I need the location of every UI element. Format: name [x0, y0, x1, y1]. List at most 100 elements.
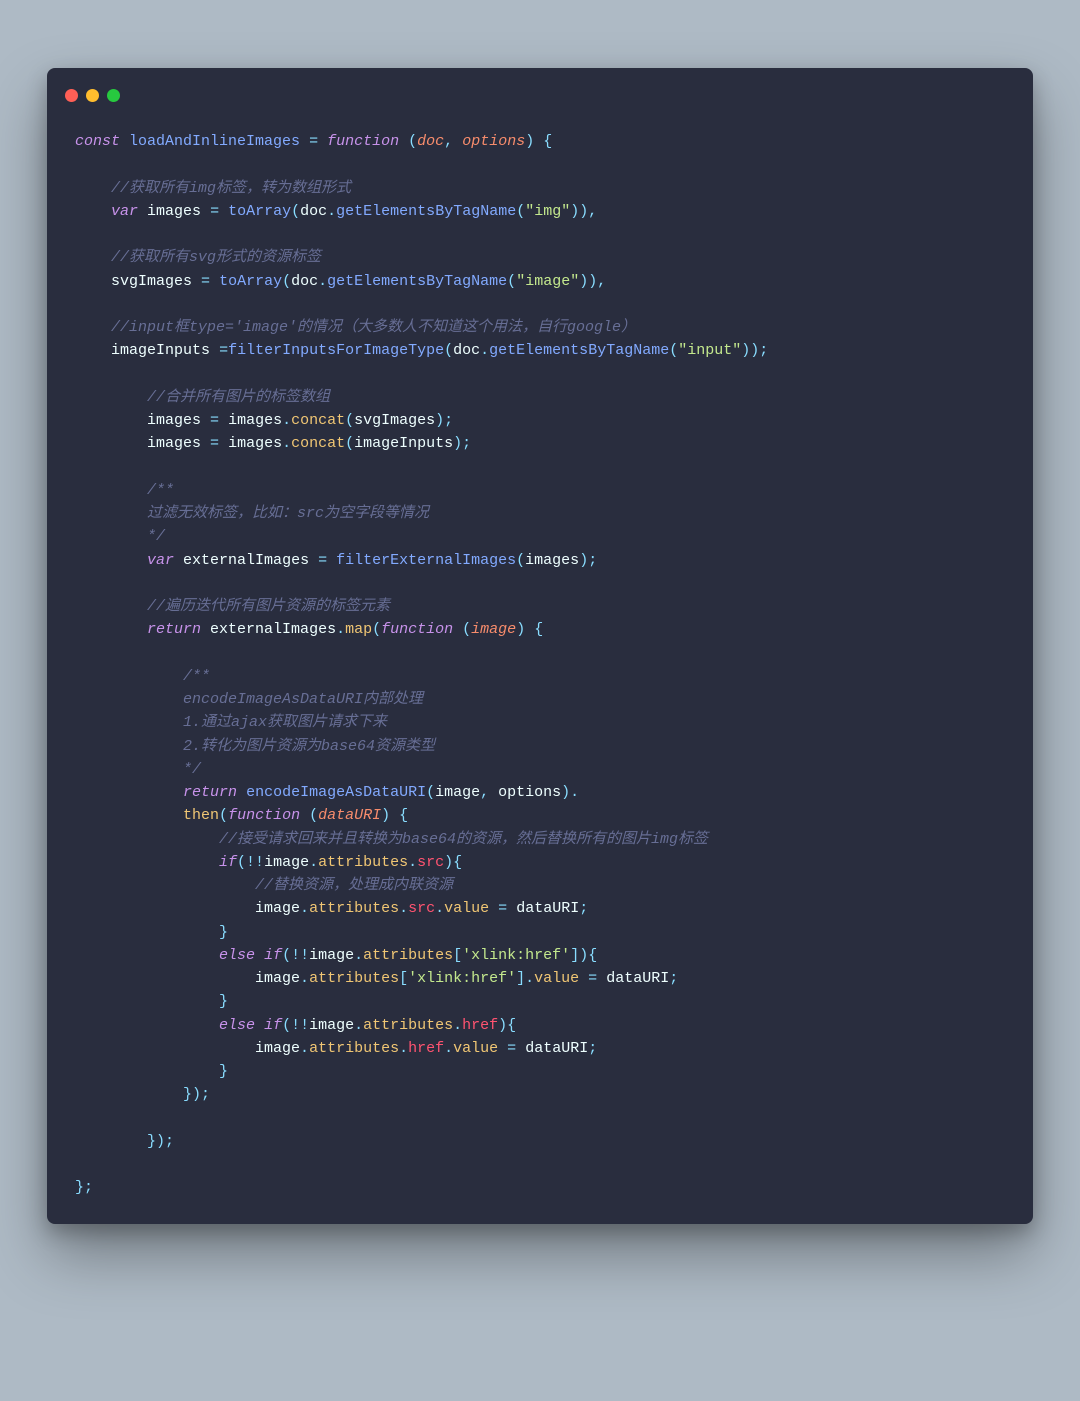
token-op: .	[282, 435, 291, 452]
token-cmt: 2.转化为图片资源为base64资源类型	[183, 738, 435, 755]
token-op: ;	[579, 900, 588, 917]
token-op: (	[516, 203, 525, 220]
token-cmt: encodeImageAsDataURI内部处理	[183, 691, 423, 708]
token-str: "image"	[516, 273, 579, 290]
token-op: .	[399, 900, 408, 917]
token-op: .	[354, 947, 363, 964]
token-var: imageInputs	[111, 342, 210, 359]
token-op: ))	[570, 203, 588, 220]
token-op: (!!	[282, 1017, 309, 1034]
token-def: getElementsByTagName	[489, 342, 669, 359]
token-cmt: //获取所有svg形式的资源标签	[111, 249, 321, 266]
token-call: value	[453, 1040, 498, 1057]
token-op: ,	[444, 133, 453, 150]
token-op: );	[435, 412, 453, 429]
token-cmt: //input框type='image'的情况（大多数人不知道这个用法，自行go…	[111, 319, 636, 336]
token-def: filterExternalImages	[336, 552, 516, 569]
token-kw: function	[327, 133, 399, 150]
token-param: doc	[417, 133, 444, 150]
token-op: =	[588, 970, 597, 987]
token-op: }	[219, 924, 228, 941]
token-cmt: //合并所有图片的标签数组	[147, 389, 330, 406]
token-cmt: //遍历迭代所有图片资源的标签元素	[147, 598, 390, 615]
token-var: images	[525, 552, 579, 569]
token-param: image	[471, 621, 516, 638]
token-op: (!!	[237, 854, 264, 871]
token-cmt: 过滤无效标签，比如：src为空字段等情况	[147, 505, 429, 522]
minimize-icon[interactable]	[86, 89, 99, 102]
token-var: imageInputs	[354, 435, 453, 452]
token-op: (	[507, 273, 516, 290]
token-op: });	[147, 1133, 174, 1150]
token-op: (	[669, 342, 678, 359]
token-op: );	[579, 552, 597, 569]
token-kw: if	[264, 947, 282, 964]
token-op: (	[462, 621, 471, 638]
token-var: svgImages	[354, 412, 435, 429]
token-cmt: */	[147, 528, 165, 545]
token-op: =	[219, 342, 228, 359]
token-cmt: //获取所有img标签，转为数组形式	[111, 180, 351, 197]
token-op: .	[444, 1040, 453, 1057]
token-op: (	[345, 412, 354, 429]
token-call: value	[444, 900, 489, 917]
token-kw: else	[219, 1017, 255, 1034]
token-def: loadAndInlineImages	[129, 133, 300, 150]
token-var: image	[309, 1017, 354, 1034]
token-var: image	[435, 784, 480, 801]
token-cmt: /**	[183, 668, 210, 685]
token-op: .	[480, 342, 489, 359]
token-op: ,	[480, 784, 489, 801]
close-icon[interactable]	[65, 89, 78, 102]
token-op: {	[534, 621, 543, 638]
token-op: =	[498, 900, 507, 917]
token-op: [	[399, 970, 408, 987]
token-call: concat	[291, 412, 345, 429]
zoom-icon[interactable]	[107, 89, 120, 102]
token-var: image	[255, 970, 300, 987]
token-op: )	[516, 621, 525, 638]
token-var: images	[228, 435, 282, 452]
token-str: 'xlink:href'	[408, 970, 516, 987]
token-op: .	[300, 970, 309, 987]
token-op: );	[453, 435, 471, 452]
token-op: .	[336, 621, 345, 638]
token-kw: var	[147, 552, 174, 569]
token-op: (	[291, 203, 300, 220]
token-def: toArray	[219, 273, 282, 290]
token-op: (	[282, 273, 291, 290]
token-op: )	[525, 133, 534, 150]
token-op: .	[282, 412, 291, 429]
token-var: image	[309, 947, 354, 964]
token-var: dataURI	[606, 970, 669, 987]
token-op: .	[408, 854, 417, 871]
token-op: .	[399, 1040, 408, 1057]
token-cmt: /**	[147, 482, 174, 499]
token-str: "img"	[525, 203, 570, 220]
token-op: .	[354, 1017, 363, 1034]
token-call: attributes	[309, 1040, 399, 1057]
token-op: });	[183, 1086, 210, 1103]
token-var: dataURI	[516, 900, 579, 917]
token-op: =	[201, 273, 210, 290]
token-op: (	[219, 807, 228, 824]
token-var: doc	[291, 273, 318, 290]
token-op: =	[210, 412, 219, 429]
token-kw: return	[147, 621, 201, 638]
token-op: =	[210, 203, 219, 220]
token-var: images	[147, 435, 201, 452]
token-op: ]){	[570, 947, 597, 964]
token-call: attributes	[363, 1017, 453, 1034]
token-call: attributes	[318, 854, 408, 871]
token-op: [	[453, 947, 462, 964]
token-def: filterInputsForImageType	[228, 342, 444, 359]
token-prop: href	[408, 1040, 444, 1057]
token-op: }	[219, 993, 228, 1010]
token-op: .	[453, 1017, 462, 1034]
token-var: svgImages	[111, 273, 192, 290]
token-kw: function	[228, 807, 300, 824]
token-var: options	[498, 784, 561, 801]
token-prop: src	[417, 854, 444, 871]
token-kw: if	[264, 1017, 282, 1034]
token-op: (	[516, 552, 525, 569]
